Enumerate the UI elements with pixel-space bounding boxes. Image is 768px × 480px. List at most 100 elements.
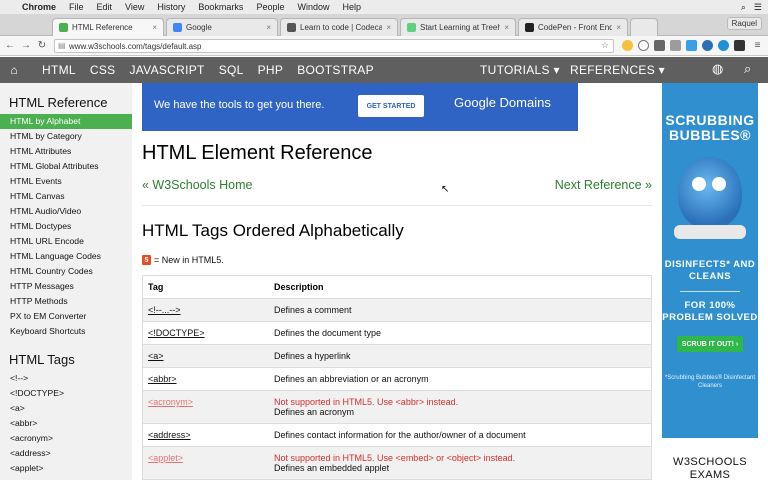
close-tab-icon[interactable]: × <box>152 23 157 32</box>
tag-link[interactable]: <abbr> <box>143 367 269 391</box>
search-icon[interactable]: ⌕ <box>744 61 751 77</box>
sidebar-item-html-by-category[interactable]: HTML by Category <box>0 129 132 144</box>
sidebar-tag-link[interactable]: <address> <box>0 446 132 461</box>
sidebar-item-http-methods[interactable]: HTTP Methods <box>0 294 132 309</box>
tab-codepen[interactable]: CodePen - Front End Devel × <box>518 18 628 36</box>
w3schools-favicon-icon <box>59 23 68 32</box>
spotlight-icon[interactable]: ⌕ <box>741 2 746 13</box>
tag-description: Defines a hyperlink <box>274 351 351 361</box>
forward-arrow-icon[interactable]: → <box>18 40 34 51</box>
shield-extension-icon[interactable] <box>734 40 745 51</box>
menu-people[interactable]: People <box>256 2 284 12</box>
sidebar-tag-link[interactable]: <!DOCTYPE> <box>0 386 132 401</box>
ad-text: We have the tools to get you there. <box>154 99 325 111</box>
profile-button[interactable]: Raquel <box>726 17 762 30</box>
ad-get-started-button[interactable]: GET STARTED <box>358 95 424 117</box>
nav-css[interactable]: CSS <box>90 63 116 77</box>
nav-references-dropdown[interactable]: REFERENCES ▾ <box>570 63 665 77</box>
nav-sql[interactable]: SQL <box>219 63 244 77</box>
reload-icon[interactable]: ↻ <box>34 40 50 51</box>
address-bar[interactable]: ▤ www.w3schools.com/tags/default.asp ☆ <box>54 39 614 53</box>
tab-google[interactable]: Google × <box>166 18 278 36</box>
google-favicon-icon <box>173 23 182 32</box>
sidebar-tag-link[interactable]: <acronym> <box>0 431 132 446</box>
nav-php[interactable]: PHP <box>258 63 284 77</box>
sidebar-item-html-doctypes[interactable]: HTML Doctypes <box>0 219 132 234</box>
tab-codecademy[interactable]: Learn to code | Codecadem × <box>280 18 398 36</box>
sidebar-heading-reference: HTML Reference <box>9 95 108 110</box>
vpn-extension-icon[interactable] <box>718 40 729 51</box>
nav-tutorials-dropdown[interactable]: TUTORIALS ▾ <box>480 63 560 77</box>
tag-description: Defines an abbreviation or an acronym <box>274 374 429 384</box>
tag-link[interactable]: <acronym> <box>143 390 269 424</box>
tab-treehouse[interactable]: Start Learning at Treehous × <box>400 18 516 36</box>
sidebar-item-px-to-em-converter[interactable]: PX to EM Converter <box>0 309 132 324</box>
sidebar-item-html-audio-video[interactable]: HTML Audio/Video <box>0 204 132 219</box>
page-info-icon[interactable]: ▤ <box>58 41 66 50</box>
sidebar: HTML Reference HTML by Alphabet HTML by C… <box>0 83 132 480</box>
table-header-row: Tag Description <box>143 275 651 299</box>
tag-link[interactable]: <!DOCTYPE> <box>143 321 269 345</box>
menu-window[interactable]: Window <box>297 2 329 12</box>
chrome-menu-icon[interactable]: ≡ <box>752 40 763 51</box>
tab-title: Learn to code | Codecadem <box>300 23 383 32</box>
back-arrow-icon[interactable]: ← <box>2 40 18 51</box>
main-content: We have the tools to get you there. GET … <box>142 83 654 480</box>
bookmark-star-icon[interactable]: ☆ <box>601 40 609 51</box>
scrubbing-bubbles-ad[interactable]: SCRUBBING BUBBLES® DISINFECTS* AND CLEAN… <box>662 83 758 438</box>
close-tab-icon[interactable]: × <box>266 23 271 32</box>
tag-description: Defines the document type <box>274 328 382 338</box>
tag-link[interactable]: <!--...--> <box>143 298 269 322</box>
menu-history[interactable]: History <box>157 2 185 12</box>
nav-bootstrap[interactable]: BOOTSTRAP <box>297 63 374 77</box>
sidebar-item-html-country-codes[interactable]: HTML Country Codes <box>0 264 132 279</box>
sidebar-tag-link[interactable]: <a> <box>0 401 132 416</box>
sidebar-item-html-global-attributes[interactable]: HTML Global Attributes <box>0 159 132 174</box>
google-domains-ad[interactable]: We have the tools to get you there. GET … <box>142 83 578 131</box>
menu-file[interactable]: File <box>69 2 84 12</box>
tag-link[interactable]: <address> <box>143 423 269 447</box>
menu-edit[interactable]: Edit <box>97 2 113 12</box>
menu-help[interactable]: Help <box>342 2 361 12</box>
tag-description-cell: Defines a hyperlink <box>269 344 651 368</box>
sidebar-tag-link[interactable]: <abbr> <box>0 416 132 431</box>
close-tab-icon[interactable]: × <box>504 23 509 32</box>
new-tab-button[interactable] <box>630 18 658 36</box>
close-tab-icon[interactable]: × <box>616 23 621 32</box>
menu-view[interactable]: View <box>125 2 144 12</box>
address-url: www.w3schools.com/tags/default.asp <box>69 41 202 51</box>
ad-scrub-it-out-button[interactable]: SCRUB IT OUT! › <box>677 336 743 352</box>
sidebar-item-html-url-encode[interactable]: HTML URL Encode <box>0 234 132 249</box>
close-tab-icon[interactable]: × <box>386 23 391 32</box>
codepen-favicon-icon <box>525 23 534 32</box>
menu-bookmarks[interactable]: Bookmarks <box>198 2 243 12</box>
prev-link[interactable]: « W3Schools Home <box>142 178 252 192</box>
cast-extension-icon[interactable] <box>654 40 665 51</box>
globe-translate-icon[interactable]: ◍ <box>712 61 723 77</box>
emoji-extension-icon[interactable] <box>622 40 633 51</box>
next-link[interactable]: Next Reference » <box>555 178 652 192</box>
sidebar-item-html-by-alphabet[interactable]: HTML by Alphabet <box>0 114 132 129</box>
section-title: HTML Tags Ordered Alphabetically <box>142 221 404 240</box>
sidebar-tag-link[interactable]: <applet> <box>0 461 132 476</box>
sidebar-item-html-canvas[interactable]: HTML Canvas <box>0 189 132 204</box>
sidebar-item-html-events[interactable]: HTML Events <box>0 174 132 189</box>
nav-html[interactable]: HTML <box>42 63 76 77</box>
sidebar-item-html-language-codes[interactable]: HTML Language Codes <box>0 249 132 264</box>
tab-html-reference[interactable]: HTML Reference × <box>52 18 164 36</box>
ad-line-solved: FOR 100% PROBLEM SOLVED <box>662 300 758 323</box>
sidebar-tag-link[interactable]: <!--> <box>0 371 132 386</box>
nav-javascript[interactable]: JAVASCRIPT <box>129 63 204 77</box>
sidebar-item-keyboard-shortcuts[interactable]: Keyboard Shortcuts <box>0 324 132 339</box>
globe-extension-icon[interactable] <box>702 40 713 51</box>
tag-link[interactable]: <applet> <box>143 446 269 480</box>
screenshot-extension-icon[interactable] <box>670 40 681 51</box>
home-icon[interactable]: ⌂ <box>0 63 28 77</box>
notification-center-icon[interactable]: ☰ <box>754 2 762 13</box>
bird-extension-icon[interactable] <box>686 40 697 51</box>
menu-chrome[interactable]: Chrome <box>22 2 56 12</box>
info-extension-icon[interactable] <box>638 40 649 51</box>
tag-link[interactable]: <a> <box>143 344 269 368</box>
sidebar-item-http-messages[interactable]: HTTP Messages <box>0 279 132 294</box>
sidebar-item-html-attributes[interactable]: HTML Attributes <box>0 144 132 159</box>
